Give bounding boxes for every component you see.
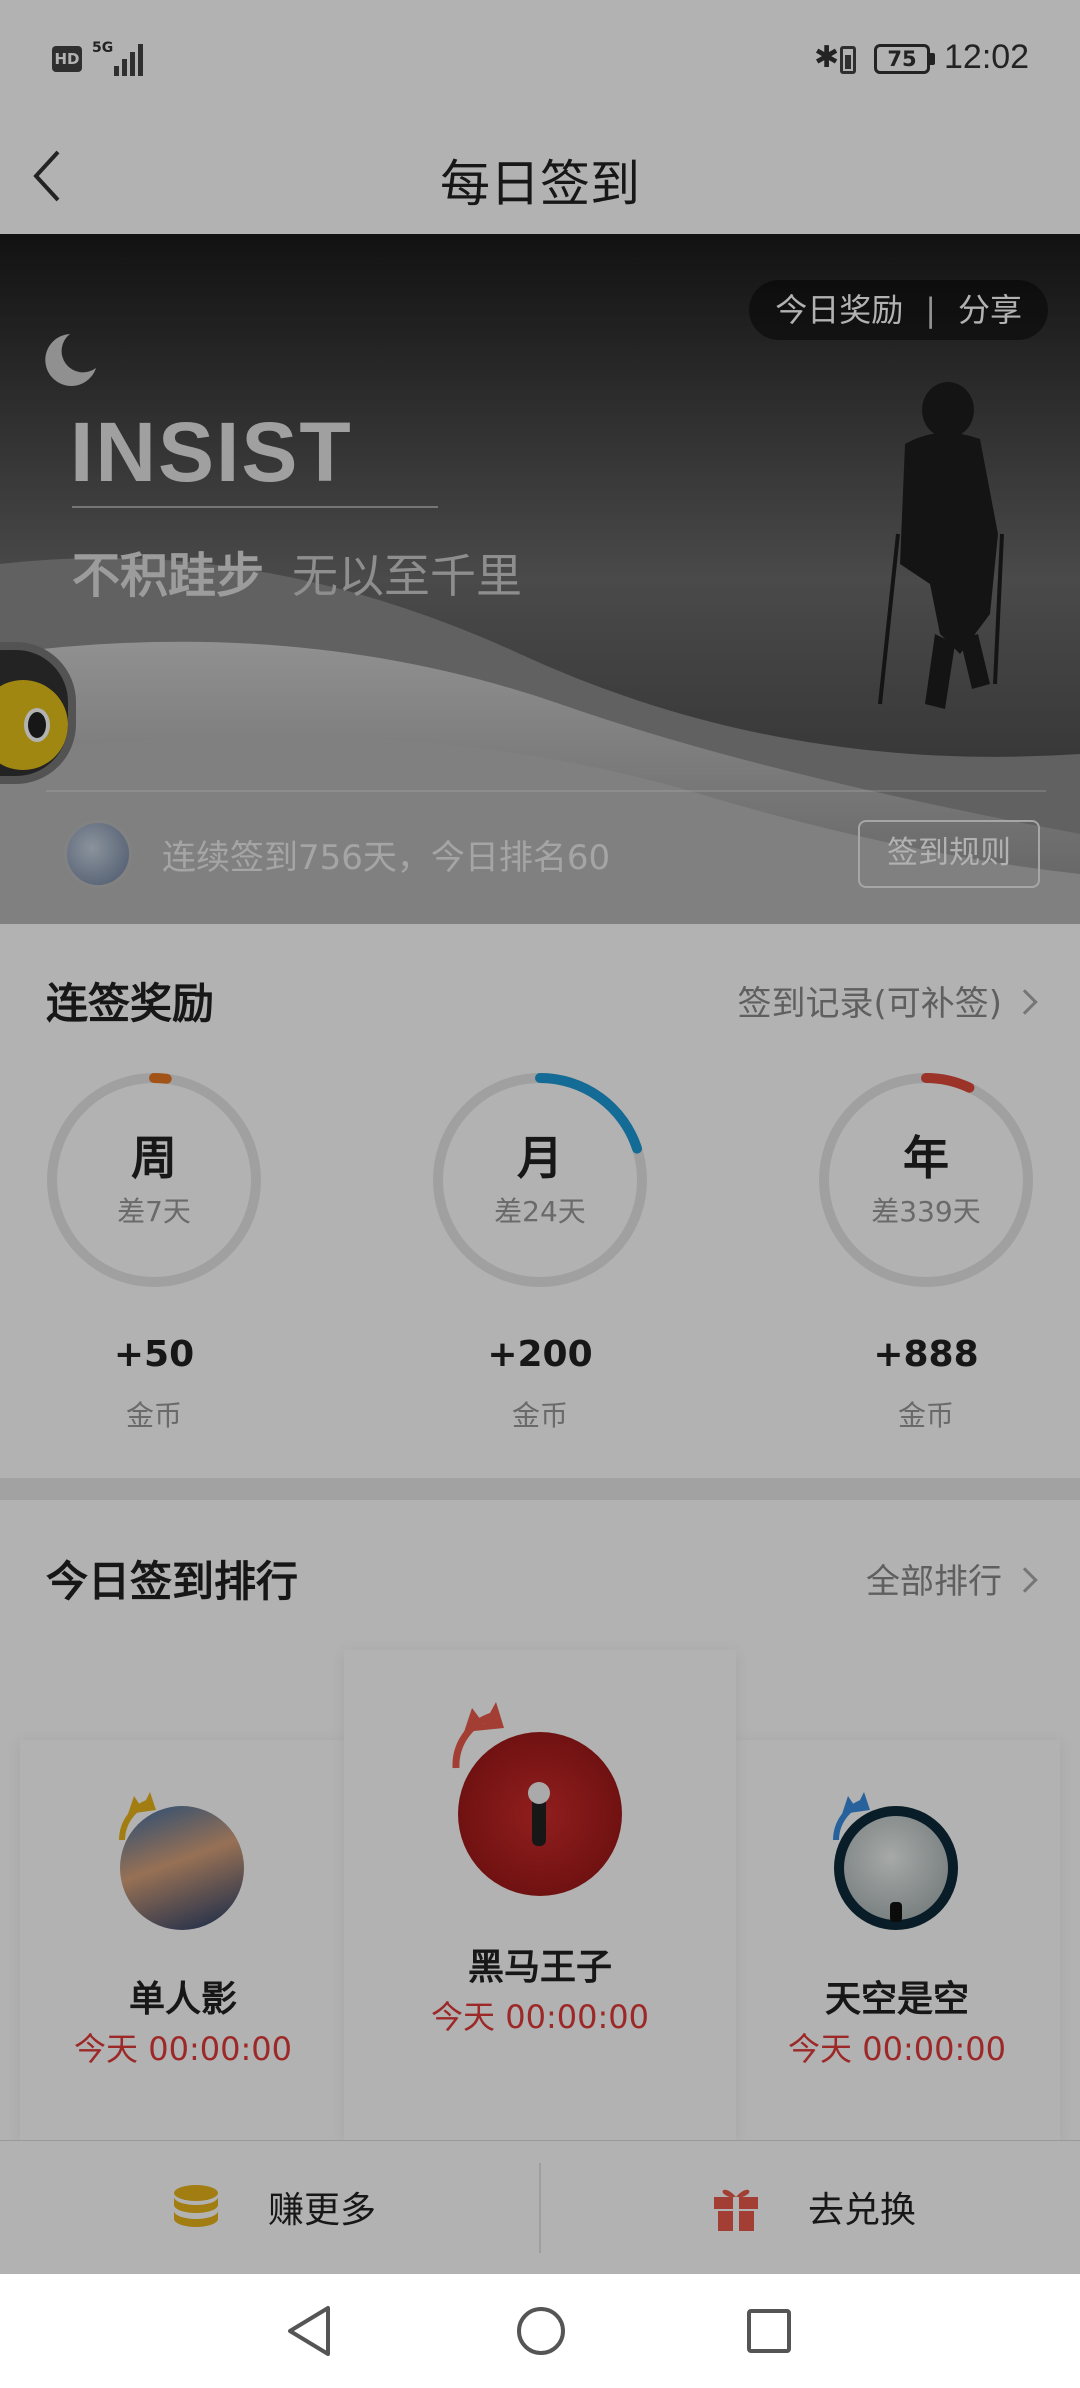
- streak-rewards-section: 连签奖励 签到记录(可补签) 周 差7天 +50 金币 月 差24天 +200 …: [0, 924, 1080, 1478]
- banner-actions: 今日奖励 | 分享: [749, 280, 1048, 340]
- user-avatar: [458, 1732, 622, 1896]
- rewards-title: 连签奖励: [46, 979, 215, 1028]
- checkin-history-label: 签到记录(可补签): [737, 984, 1002, 1024]
- triangle-back-icon[interactable]: [284, 2304, 334, 2358]
- share-link[interactable]: 分享: [958, 291, 1022, 329]
- reward-amount: +200: [487, 1334, 593, 1375]
- banner-divider: [46, 790, 1046, 792]
- headline-underline: [72, 506, 438, 508]
- exchange-label: 去兑换: [808, 2190, 917, 2231]
- chevron-right-icon: [1012, 989, 1038, 1015]
- ring-label: 周: [131, 1131, 177, 1185]
- ring-remaining: 差339天: [871, 1195, 981, 1228]
- checkin-history-link[interactable]: 签到记录(可补签): [737, 976, 1038, 1025]
- ranking-title: 今日签到排行: [46, 1557, 299, 1606]
- reward-ring-month: 月 差24天: [430, 1070, 650, 1290]
- status-bar: HD 5G ✱ 75 12:02: [0, 0, 1080, 116]
- user-avatar: [120, 1806, 244, 1930]
- rank-card-third[interactable]: 天空是空 今天 00:00:00: [734, 1740, 1060, 2140]
- reward-unit: 金币: [897, 1399, 954, 1432]
- banner: 今日奖励 | 分享 INSIST 不积跬步 无以至千里 连续签到756天，今日排名6…: [0, 234, 1080, 924]
- today-ranking-section: 今日签到排行 全部排行 单人影 今天 00:00:00 黑马王子 今天 00:0…: [0, 1500, 1080, 2140]
- reward-amount: +888: [873, 1334, 979, 1375]
- network-type: 5G: [92, 40, 114, 56]
- reward-unit: 金币: [511, 1399, 568, 1432]
- ring-remaining: 差7天: [117, 1195, 191, 1228]
- coins-icon: [174, 2185, 218, 2227]
- all-ranking-label: 全部排行: [866, 1562, 1002, 1602]
- rank-time: 今天 00:00:00: [788, 2030, 1006, 2068]
- chevron-right-icon: [1012, 1567, 1038, 1593]
- page-title: 每日签到: [440, 155, 640, 213]
- pill-divider: |: [925, 291, 936, 329]
- earn-more-button[interactable]: 赚更多: [0, 2141, 540, 2275]
- rank-time: 今天 00:00:00: [431, 1998, 649, 2036]
- signal-icon: [112, 44, 146, 76]
- circle-home-icon[interactable]: [514, 2304, 568, 2358]
- checkin-rules-button[interactable]: 签到规则: [858, 820, 1040, 888]
- rank-card-second[interactable]: 单人影 今天 00:00:00: [20, 1740, 346, 2140]
- vibrate-icon: [840, 46, 856, 74]
- section-divider: [0, 1478, 1080, 1500]
- user-avatar: [834, 1806, 958, 1930]
- bluetooth-icon: ✱: [814, 40, 840, 75]
- today-reward-link[interactable]: 今日奖励: [775, 291, 903, 329]
- banner-headline: INSIST: [70, 405, 353, 499]
- battery-tip: [930, 53, 935, 65]
- rank-name: 黑马王子: [467, 1947, 612, 1988]
- slogan-sub: 无以至千里: [292, 549, 522, 603]
- all-ranking-link[interactable]: 全部排行: [866, 1554, 1038, 1603]
- reward-unit: 金币: [125, 1399, 182, 1432]
- hd-badge: HD: [52, 46, 82, 72]
- ring-remaining: 差24天: [494, 1195, 586, 1228]
- ring-label: 月: [517, 1131, 563, 1185]
- streak-text: 连续签到756天，今日排名60: [162, 838, 611, 878]
- ring-label: 年: [903, 1131, 949, 1185]
- reward-ring-week: 周 差7天: [44, 1070, 264, 1290]
- user-avatar: [64, 820, 132, 888]
- header: 每日签到: [0, 116, 1080, 234]
- slogan-main: 不积跬步: [72, 548, 265, 604]
- reward-amount: +50: [113, 1334, 195, 1375]
- rank-name: 单人影: [128, 1979, 237, 2020]
- rank-name: 天空是空: [824, 1979, 969, 2020]
- battery-level: 75: [874, 44, 930, 74]
- clock: 12:02: [944, 38, 1030, 76]
- reward-ring-year: 年 差339天: [816, 1070, 1036, 1290]
- square-recent-icon[interactable]: [744, 2304, 794, 2358]
- bottom-action-bar: 赚更多 去兑换: [0, 2140, 1080, 2274]
- exchange-button[interactable]: 去兑换: [540, 2141, 1080, 2275]
- system-nav-bar: [0, 2274, 1080, 2388]
- earn-more-label: 赚更多: [268, 2190, 377, 2231]
- rank-card-first[interactable]: 黑马王子 今天 00:00:00: [344, 1650, 736, 2140]
- rank-time: 今天 00:00:00: [74, 2030, 292, 2068]
- gift-icon: [714, 2189, 758, 2231]
